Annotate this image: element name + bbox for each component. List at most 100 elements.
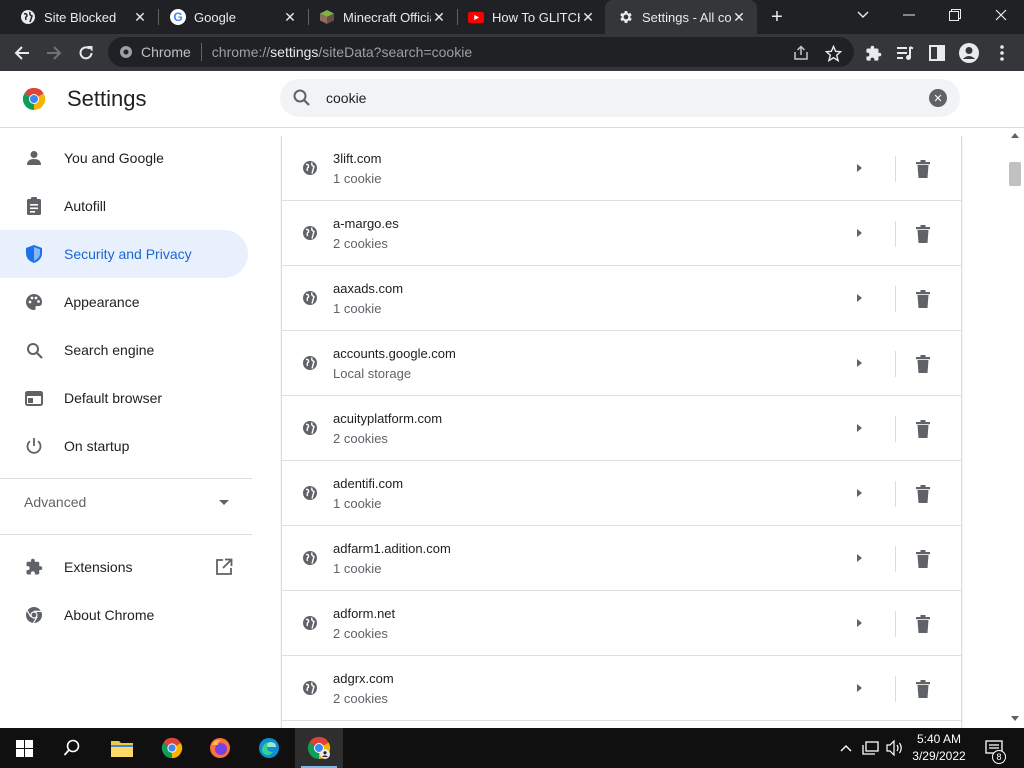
site-row[interactable]: accounts.google.com Local storage: [282, 331, 961, 396]
extensions-button[interactable]: [860, 40, 886, 66]
site-row[interactable]: acuityplatform.com 2 cookies: [282, 396, 961, 461]
page-scrollbar[interactable]: [1007, 128, 1024, 728]
reload-button[interactable]: [73, 40, 99, 66]
star-icon[interactable]: [824, 44, 842, 62]
close-icon: [995, 9, 1007, 21]
restore-button[interactable]: [932, 0, 978, 30]
close-icon[interactable]: ✕: [731, 9, 747, 25]
profile-button[interactable]: [956, 40, 982, 66]
trash-icon[interactable]: [915, 355, 931, 373]
site-name: acuityplatform.com: [333, 411, 443, 426]
new-tab-button[interactable]: +: [766, 6, 788, 28]
back-button[interactable]: [9, 40, 35, 66]
search-input[interactable]: cookie: [326, 90, 366, 106]
site-row[interactable]: adentifi.com 1 cookie: [282, 461, 961, 526]
side-panel-button[interactable]: [924, 40, 950, 66]
show-hidden-icons-button[interactable]: [836, 728, 856, 768]
arrow-right-icon[interactable]: [857, 164, 862, 172]
site-row[interactable]: a-margo.es 2 cookies: [282, 201, 961, 266]
site-row[interactable]: aaxads.com 1 cookie: [282, 266, 961, 331]
arrow-right-icon[interactable]: [857, 554, 862, 562]
file-explorer-button[interactable]: [98, 728, 146, 768]
menu-button[interactable]: [989, 40, 1015, 66]
close-icon[interactable]: ✕: [580, 9, 596, 25]
arrow-right-icon[interactable]: [857, 294, 862, 302]
settings-search-box[interactable]: cookie ✕: [280, 79, 960, 117]
arrow-right-icon[interactable]: [857, 359, 862, 367]
arrow-right-icon[interactable]: [857, 424, 862, 432]
site-row[interactable]: adform.net 2 cookies: [282, 591, 961, 656]
tab-settings[interactable]: Settings - All cookies ✕: [605, 0, 757, 34]
sidebar-item-you-and-google[interactable]: You and Google: [0, 134, 248, 182]
arrow-right-icon[interactable]: [857, 489, 862, 497]
arrow-right-icon[interactable]: [857, 684, 862, 692]
restore-icon: [949, 9, 961, 21]
scroll-down-arrow-icon[interactable]: [1011, 716, 1019, 721]
forward-button[interactable]: [41, 40, 67, 66]
arrow-right-icon[interactable]: [857, 229, 862, 237]
sidebar-item-autofill[interactable]: Autofill: [0, 182, 248, 230]
sidebar-item-label: Security and Privacy: [64, 246, 192, 262]
tab-minecraft[interactable]: Minecraft Official ✕: [299, 0, 457, 34]
clipboard-icon: [24, 196, 44, 216]
tab-search-button[interactable]: [840, 0, 886, 30]
scroll-up-arrow-icon[interactable]: [1011, 133, 1019, 138]
share-icon[interactable]: [792, 44, 810, 62]
sidebar-item-about-chrome[interactable]: About Chrome: [0, 591, 248, 639]
trash-icon[interactable]: [915, 420, 931, 438]
minimize-button[interactable]: [886, 0, 932, 30]
firefox-taskbar-button[interactable]: [196, 728, 244, 768]
browser-window-icon: [24, 388, 44, 408]
site-row[interactable]: 3lift.com 1 cookie: [282, 136, 961, 201]
kebab-menu-icon: [1000, 45, 1004, 61]
scrollbar-thumb[interactable]: [1009, 162, 1021, 186]
start-button[interactable]: [0, 728, 48, 768]
arrow-right-icon[interactable]: [857, 619, 862, 627]
trash-icon[interactable]: [915, 615, 931, 633]
address-bar[interactable]: Chrome chrome://settings/siteData?search…: [108, 37, 854, 67]
close-icon[interactable]: ✕: [282, 9, 298, 25]
sidebar-item-on-startup[interactable]: On startup: [0, 422, 248, 470]
trash-icon[interactable]: [915, 680, 931, 698]
speaker-icon: [886, 740, 902, 756]
arrow-left-icon: [14, 46, 29, 60]
settings-sidebar: You and Google Autofill Security and Pri…: [0, 128, 260, 728]
taskbar-search-button[interactable]: [48, 728, 96, 768]
advanced-toggle[interactable]: Advanced: [24, 494, 86, 510]
notification-count-badge: 8: [992, 750, 1006, 764]
close-icon[interactable]: ✕: [132, 9, 148, 25]
trash-icon[interactable]: [915, 550, 931, 568]
open-in-new-icon[interactable]: [215, 558, 233, 576]
close-icon[interactable]: ✕: [431, 9, 447, 25]
sidebar-item-extensions[interactable]: Extensions: [0, 543, 248, 591]
globe-icon: [20, 9, 36, 25]
trash-icon[interactable]: [915, 485, 931, 503]
tab-youtube[interactable]: How To GLITCH ✕: [448, 0, 606, 34]
sidebar-item-default-browser[interactable]: Default browser: [0, 374, 248, 422]
clear-search-button[interactable]: ✕: [929, 89, 947, 107]
site-row[interactable]: adgrx.com 2 cookies: [282, 656, 961, 721]
chrome-profile-taskbar-button[interactable]: [295, 728, 343, 768]
volume-button[interactable]: [884, 728, 906, 768]
tab-google[interactable]: G Google ✕: [150, 0, 308, 34]
tab-site-blocked[interactable]: Site Blocked ✕: [0, 0, 158, 34]
search-icon: [63, 739, 80, 756]
sidebar-item-search-engine[interactable]: Search engine: [0, 326, 248, 374]
caret-down-icon[interactable]: [219, 500, 229, 505]
row-separator: [895, 286, 896, 312]
sidebar-item-appearance[interactable]: Appearance: [0, 278, 248, 326]
edge-taskbar-button[interactable]: [245, 728, 293, 768]
chevron-up-icon: [840, 745, 852, 752]
close-window-button[interactable]: [978, 0, 1024, 30]
globe-icon: [303, 291, 317, 305]
network-button[interactable]: [860, 728, 882, 768]
trash-icon[interactable]: [915, 160, 931, 178]
site-row[interactable]: adfarm1.adition.com 1 cookie: [282, 526, 961, 591]
taskbar-clock[interactable]: 5:40 AM 3/29/2022: [905, 731, 973, 765]
media-controls-button[interactable]: [892, 40, 918, 66]
sidebar-item-security-and-privacy[interactable]: Security and Privacy: [0, 230, 248, 278]
side-panel-icon: [929, 45, 945, 61]
trash-icon[interactable]: [915, 225, 931, 243]
trash-icon[interactable]: [915, 290, 931, 308]
chrome-taskbar-button[interactable]: [148, 728, 196, 768]
